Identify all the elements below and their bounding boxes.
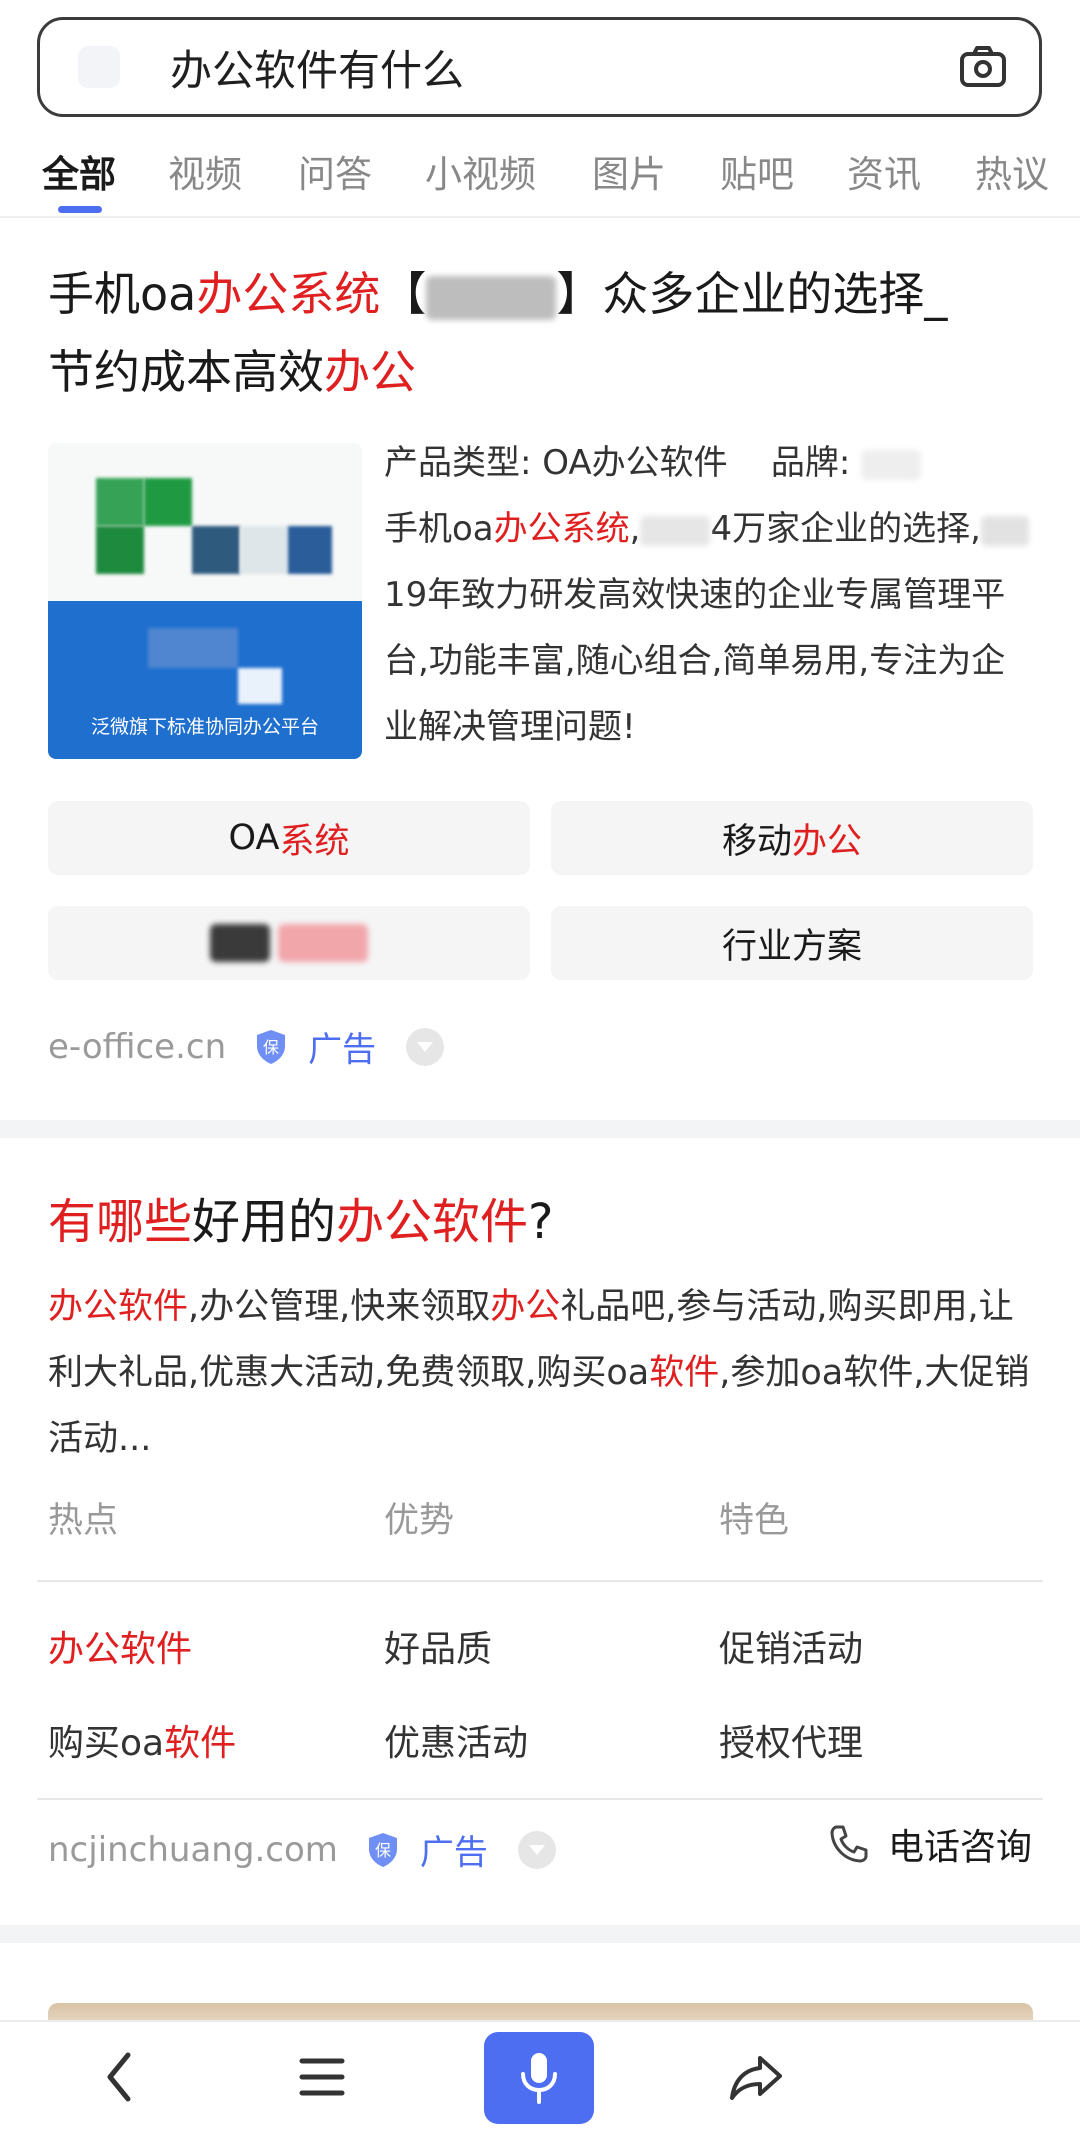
table-cell[interactable]: 办公软件 [48,1620,192,1672]
ad-label: 广告 [308,1030,377,1070]
tab-discussion[interactable]: 热议 [975,144,1049,198]
phone-consult-button[interactable]: 电话咨询 [828,1818,1032,1870]
tab-video[interactable]: 视频 [168,144,242,198]
result2-description: 办公软件,办公管理,快来领取办公礼品吧,参与活动,购买即用,让利大礼品,优惠大活… [48,1287,1030,1459]
tab-news[interactable]: 资讯 [847,144,921,198]
camera-icon[interactable] [955,39,1011,95]
svg-text:保: 保 [375,1841,391,1860]
chevron-down-icon[interactable] [406,1027,445,1066]
tab-images[interactable]: 图片 [592,144,666,198]
share-icon [730,2056,782,2100]
sitelink-blurred[interactable] [48,906,530,980]
divider [0,1120,1080,1138]
table-cell[interactable]: 好品质 [384,1620,492,1672]
tab-tieba[interactable]: 贴吧 [720,144,794,198]
share-button[interactable] [716,2042,796,2112]
sitelink-industry-solutions[interactable]: 行业方案 [551,906,1033,980]
search-logo-icon [78,46,120,88]
table-cell[interactable]: 优惠活动 [384,1714,528,1766]
result-tabs: 全部 视频 问答 小视频 图片 贴吧 资讯 热议 [0,140,1080,218]
sitelink-oa-system[interactable]: OA 系统 [48,801,530,875]
shield-icon: 保 [368,1832,397,1867]
result1-title[interactable]: 手机oa办公系统【 】众多企业的选择_ 节约成本高效办公 [48,255,1038,411]
table-divider [37,1798,1043,1800]
thumbnail-caption: 泛微旗下标准协同办公平台 [90,716,319,738]
microphone-icon [521,2053,557,2104]
table-header-feature: 特色 [719,1501,790,1541]
chevron-left-icon [107,2052,131,2102]
phone-icon [830,1825,868,1863]
bottom-nav [0,2020,1080,2132]
table-cell[interactable]: 购买oa软件 [48,1714,236,1766]
search-input[interactable]: 办公软件有什么 [170,37,955,98]
svg-text:保: 保 [263,1038,279,1057]
active-tab-indicator [58,206,102,213]
chevron-down-icon[interactable] [517,1830,556,1869]
tab-qa[interactable]: 问答 [298,144,372,198]
tab-short-video[interactable]: 小视频 [425,144,536,198]
table-header-advantage: 优势 [384,1501,455,1541]
table-cell[interactable]: 促销活动 [719,1620,863,1672]
back-button[interactable] [80,2042,160,2112]
source-domain[interactable]: e-office.cn [48,1027,226,1067]
blurred-brand [426,275,557,320]
result1-source-row: e-office.cn 保 广告 [48,1022,445,1071]
search-bar[interactable]: 办公软件有什么 [37,17,1042,117]
sitelink-mobile-office[interactable]: 移动 办公 [551,801,1033,875]
result1-description: 产品类型: OA办公软件 品牌: 手机oa办公系统, 4万家企业的选择,19年致力… [384,430,1034,760]
table-divider [37,1580,1043,1582]
table-header-hot: 热点 [48,1501,119,1541]
divider [0,1925,1080,1943]
menu-button[interactable] [282,2042,362,2112]
menu-icon [299,2058,345,2096]
result2-source-row: ncjinchuang.com 保 广告 [48,1825,556,1874]
ad-label: 广告 [419,1833,488,1873]
table-cell[interactable]: 授权代理 [719,1714,863,1766]
result1-thumbnail[interactable]: 泛微旗下标准协同办公平台 [48,443,362,759]
voice-search-button[interactable] [484,2032,594,2124]
result2-title[interactable]: 有哪些好用的办公软件? [48,1182,554,1252]
source-domain[interactable]: ncjinchuang.com [48,1830,338,1870]
tab-all[interactable]: 全部 [42,144,116,198]
shield-icon: 保 [257,1029,286,1064]
